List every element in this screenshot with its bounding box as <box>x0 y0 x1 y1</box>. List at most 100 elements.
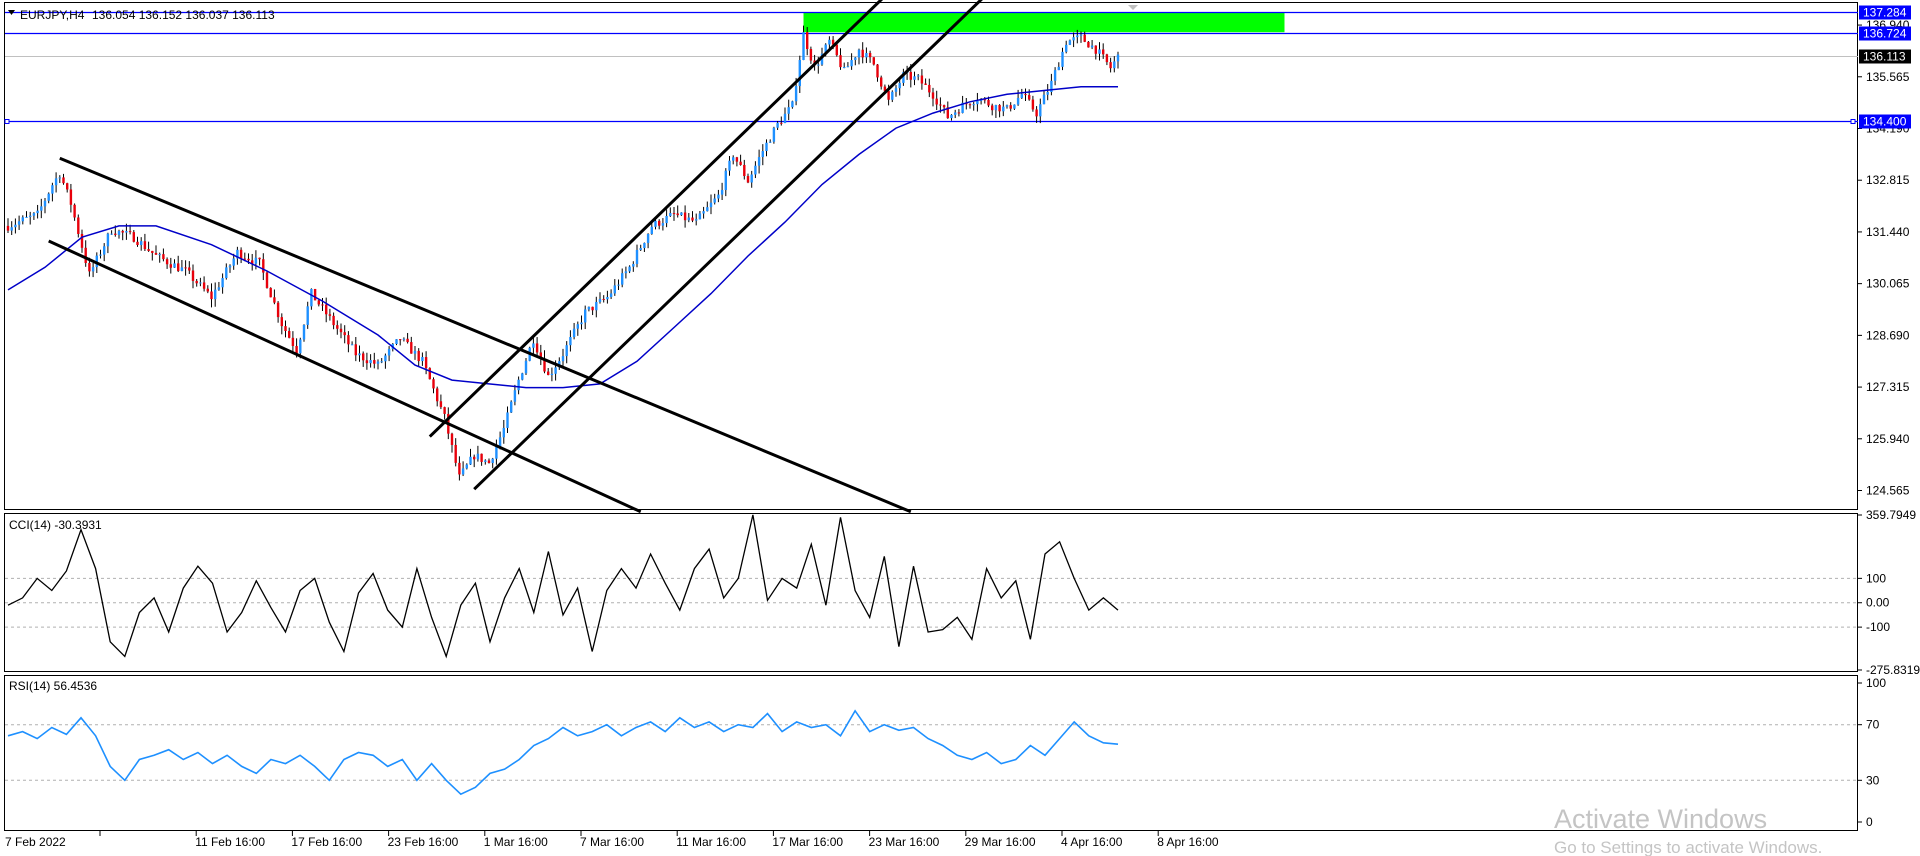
level-price-label: 136.724 <box>1863 27 1907 41</box>
level-handle[interactable] <box>1850 119 1856 124</box>
price-tick-label: 125.940 <box>1866 432 1910 446</box>
candle-body <box>136 241 139 246</box>
candle-body <box>469 456 472 465</box>
candle-body <box>424 357 428 369</box>
candle-body <box>1116 54 1120 62</box>
candle-body <box>1057 66 1060 71</box>
candle-body <box>206 288 209 292</box>
candle-body <box>632 263 635 267</box>
candle-body <box>709 202 713 208</box>
current-price-label: 136.113 <box>1863 50 1906 64</box>
candle-body <box>354 344 357 356</box>
rsi-tick-label: 0 <box>1866 815 1873 829</box>
candle-body <box>302 324 306 340</box>
candle-body <box>199 282 202 284</box>
resistance-zone[interactable] <box>803 12 1285 33</box>
candle-body <box>1113 61 1116 69</box>
trendline[interactable] <box>59 156 912 514</box>
candle-body <box>106 233 110 247</box>
candle-body <box>728 160 731 171</box>
candle-body <box>935 98 938 105</box>
candle-body <box>502 427 505 438</box>
candle-body <box>436 388 439 402</box>
candle-body <box>232 258 235 266</box>
candle-body <box>132 232 135 242</box>
candle-body <box>554 367 557 374</box>
moving-average-line <box>7 85 1118 389</box>
candle-body <box>595 301 598 311</box>
candle-body <box>998 105 1001 112</box>
candle-body <box>646 233 650 243</box>
candle-body <box>957 112 961 114</box>
candle-body <box>73 204 76 218</box>
candle-body <box>621 273 624 285</box>
candle-body <box>828 39 831 45</box>
candle-body <box>1035 109 1038 117</box>
candle-body <box>1024 94 1027 96</box>
trendline[interactable] <box>428 0 893 438</box>
candle-body <box>817 64 820 66</box>
candle-body <box>461 468 465 475</box>
candle-body <box>284 326 287 332</box>
candle-body <box>635 249 639 264</box>
candle-body <box>347 335 350 345</box>
candle-body <box>217 287 221 290</box>
candle-body <box>1031 99 1035 110</box>
time-tick-label: 7 Mar 16:00 <box>580 835 644 849</box>
candle-body <box>1076 35 1079 38</box>
cci-axis: 359.7949 100 0.00 -100 -275.8319 <box>1858 508 1920 677</box>
candle-body <box>1046 91 1049 95</box>
candle-body <box>609 293 613 298</box>
candle-body <box>498 437 502 447</box>
candle-body <box>584 309 587 323</box>
candle-body <box>339 328 343 333</box>
candle-body <box>476 453 480 460</box>
candle-body <box>151 250 154 253</box>
cci-tick-label: 359.7949 <box>1866 508 1916 522</box>
candle-body <box>680 212 683 216</box>
candle-body <box>495 446 498 459</box>
price-tick-label: 127.315 <box>1866 380 1910 394</box>
candle-body <box>987 99 990 106</box>
candle-body <box>169 264 172 268</box>
candle-body <box>103 246 106 255</box>
candle-body <box>29 215 32 217</box>
candle-body <box>898 82 901 89</box>
candle-body <box>295 345 298 354</box>
candle-body <box>713 198 716 203</box>
candle-body <box>1102 49 1105 55</box>
price-tick-label: 131.440 <box>1866 225 1910 239</box>
candle-body <box>994 105 998 111</box>
candle-body <box>406 338 409 343</box>
price-tick-label: 132.815 <box>1866 173 1910 187</box>
time-tick-label: 8 Apr 16:00 <box>1157 835 1219 849</box>
candle-body <box>51 185 54 194</box>
chart-symbol: EURJPY,H4 <box>20 8 85 22</box>
candle-body <box>876 64 879 78</box>
candle-body <box>195 280 198 284</box>
candle-body <box>325 304 328 315</box>
candle-body <box>776 122 779 128</box>
candle-body <box>40 206 43 211</box>
candle-body <box>535 343 539 353</box>
channel-trendlines[interactable] <box>48 0 993 514</box>
candle-body <box>362 353 365 361</box>
candle-body <box>410 342 413 354</box>
level-handle[interactable] <box>4 119 10 124</box>
candle-body <box>384 355 387 362</box>
cci-tick-label: 0.00 <box>1866 596 1890 610</box>
candle-body <box>598 298 602 302</box>
candle-body <box>887 90 890 100</box>
candle-body <box>698 213 702 220</box>
candle-body <box>654 220 657 227</box>
candle-body <box>658 220 661 226</box>
cci-line <box>7 514 1119 659</box>
shift-marker-icon[interactable] <box>1128 5 1138 10</box>
candle-body <box>1016 97 1020 105</box>
candle-body <box>310 288 313 307</box>
candle-body <box>517 379 520 391</box>
candle-body <box>913 76 916 80</box>
rsi-tick-label: 30 <box>1866 773 1880 787</box>
candle-body <box>321 304 324 306</box>
candle-body <box>210 291 213 300</box>
